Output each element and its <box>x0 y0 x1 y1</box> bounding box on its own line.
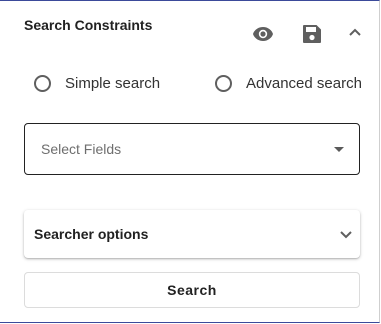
advanced-search-radio[interactable]: Advanced search <box>215 75 362 92</box>
searcher-options-label: Searcher options <box>34 226 149 242</box>
dropdown-arrow-icon[interactable] <box>334 147 344 152</box>
searcher-options-accordion[interactable]: Searcher options <box>24 210 360 258</box>
search-button[interactable]: Search <box>24 272 360 308</box>
select-fields-dropdown[interactable]: Select Fields <box>24 123 360 175</box>
radio-label: Simple search <box>65 75 161 92</box>
simple-search-radio[interactable]: Simple search <box>34 75 160 92</box>
radio-label: Advanced search <box>246 75 362 92</box>
chevron-up-icon[interactable] <box>343 20 367 44</box>
panel-title: Search Constraints <box>24 17 153 33</box>
save-icon[interactable] <box>300 22 324 46</box>
search-constraints-panel: Search Constraints Simple search Advance… <box>0 0 380 323</box>
chevron-down-icon[interactable] <box>338 226 354 242</box>
radio-button-icon[interactable] <box>34 75 51 92</box>
select-fields-placeholder: Select Fields <box>41 141 122 157</box>
search-mode-group: Simple search Advanced search <box>0 75 380 99</box>
radio-button-icon[interactable] <box>215 75 232 92</box>
eye-icon[interactable] <box>251 22 275 46</box>
